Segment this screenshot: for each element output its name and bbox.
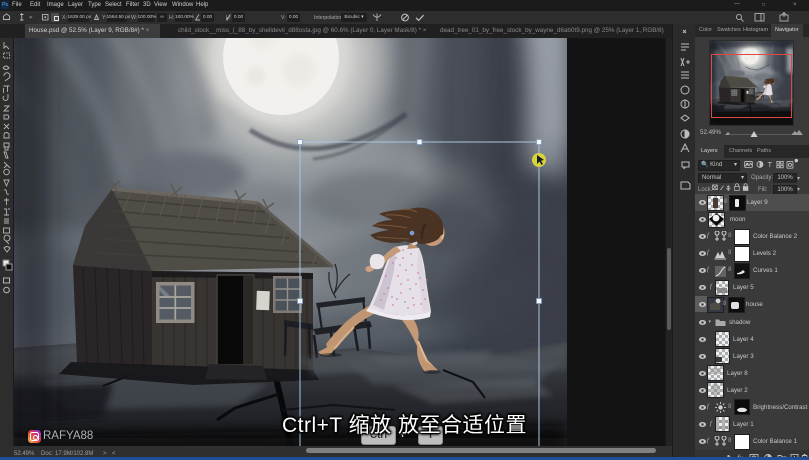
svg-text:T: T — [768, 160, 773, 169]
